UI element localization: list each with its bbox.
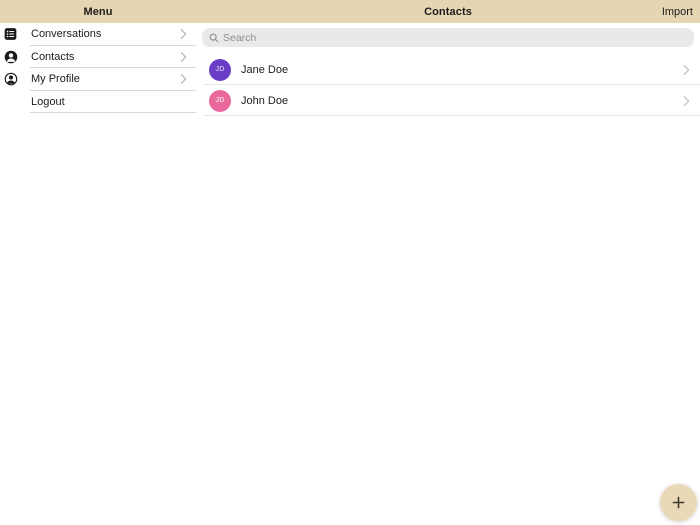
contacts-pane: JD Jane Doe JD John Doe [196,23,700,116]
chevron-right-icon [180,51,187,62]
avatar-initials: JD [215,97,225,104]
add-contact-fab[interactable] [660,484,697,521]
search-input[interactable] [223,31,687,44]
contact-name: Jane Doe [241,63,289,76]
add-icon [672,496,685,509]
avatar: JD [209,58,231,81]
sidebar-title: Menu [83,5,113,18]
sidebar-item-logout[interactable]: Logout [0,90,196,113]
chevron-right-icon [180,74,187,85]
chevron-right-icon [180,29,187,40]
contact-row-john-doe[interactable]: JD John Doe [196,85,700,116]
sidebar-header: Menu [0,0,196,23]
content-layout: Conversations Contacts My Profile Logout… [0,23,700,116]
sidebar-item-label: My Profile [31,73,80,86]
contacts-app: Menu Contacts Import Conversations Conta… [0,0,700,525]
search-bar[interactable] [202,28,694,47]
sidebar-item-label: Logout [31,95,65,108]
chevron-right-icon [683,64,690,75]
list-icon [4,28,17,41]
main-header: Contacts [196,0,700,23]
avatar-initials: JD [215,66,225,73]
contact-name: John Doe [241,94,289,107]
person-circle-icon [4,50,18,64]
app-header: Menu Contacts Import [0,0,700,23]
sidebar-item-conversations[interactable]: Conversations [0,23,196,46]
person-circle-outline-icon [4,72,18,86]
sidebar-item-my-profile[interactable]: My Profile [0,68,196,91]
sidebar-menu: Conversations Contacts My Profile Logout [0,23,196,113]
chevron-right-icon [683,95,690,106]
avatar: JD [209,89,231,112]
sidebar-item-contacts[interactable]: Contacts [0,45,196,68]
sidebar-item-label: Conversations [31,28,102,41]
contact-list: JD Jane Doe JD John Doe [196,54,700,116]
page-title: Contacts [424,5,472,18]
contact-row-jane-doe[interactable]: JD Jane Doe [196,54,700,85]
sidebar-item-label: Contacts [31,50,75,63]
import-button[interactable]: Import [662,0,693,23]
search-icon [209,33,219,43]
